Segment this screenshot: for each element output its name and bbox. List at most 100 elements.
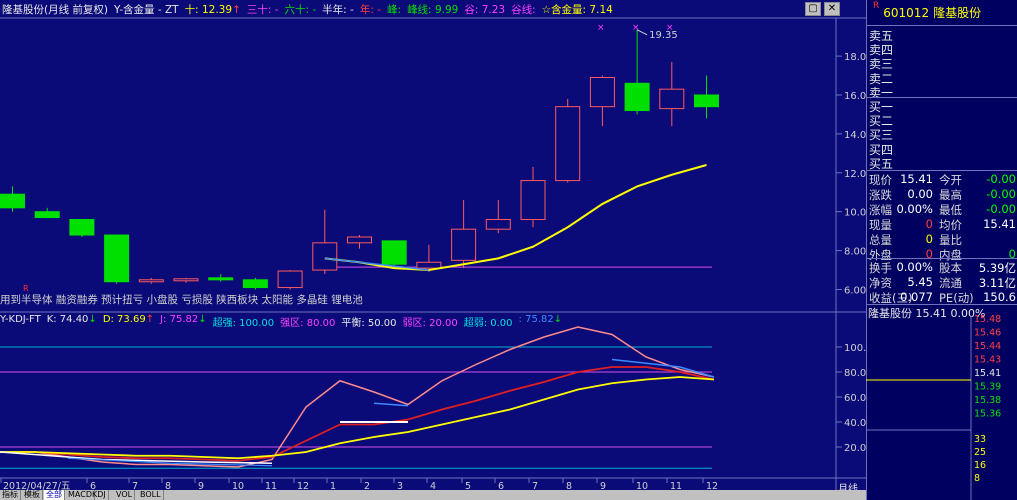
candle-body xyxy=(347,236,372,244)
stock-name: 隆基股份 xyxy=(933,6,982,20)
quote-row: 涨跌 0.00 最高 -0.00 xyxy=(869,187,1016,202)
price-tick-label: 10.00 xyxy=(844,208,866,219)
order-book-row: 卖二 xyxy=(869,71,894,86)
candle-body xyxy=(69,218,95,236)
date-label: 6 xyxy=(498,481,504,490)
date-label: 7 xyxy=(532,481,538,490)
price-tick-label: 12.00 xyxy=(844,169,866,180)
quote-row: 涨幅 0.00% 最低 -0.00 xyxy=(869,202,1016,217)
extra-value: : 75.82↓ xyxy=(518,314,563,325)
kdj-tick-label: 20.00 xyxy=(844,443,866,454)
order-book-row: 买四 xyxy=(869,142,894,157)
price-tick-label: 18.00 xyxy=(844,52,866,63)
candle-body xyxy=(138,279,164,283)
balance-value: 平衡: 50.00 xyxy=(341,318,397,329)
quote-row: 现量 0 均价 15.41 xyxy=(869,217,1016,232)
date-label: 1 xyxy=(330,481,336,490)
date-label: 6 xyxy=(90,481,96,490)
date-label: 5 xyxy=(465,481,471,490)
candle-body xyxy=(659,88,685,110)
candle-body xyxy=(312,242,338,271)
d-value: D: 73.69↑ xyxy=(102,314,155,325)
date-label: 10 xyxy=(232,481,244,490)
kdj-header: Y-KDJ-FT K: 74.40↓ D: 73.69↑ J: 75.82↓ 超… xyxy=(0,314,830,329)
r-marker: R xyxy=(23,284,29,293)
mini-tick-label: 16 xyxy=(974,460,986,471)
mini-tick-label: 15.44 xyxy=(974,341,1001,352)
candle-body xyxy=(34,211,60,219)
stock-title: R 601012 隆基股份 xyxy=(867,0,1017,26)
order-book-row: 买五 xyxy=(869,156,894,171)
mini-tick-label: 15.46 xyxy=(974,328,1001,339)
fundamental-row: 净资 5.45 流通 3.11亿 xyxy=(869,275,1016,290)
candlesticks xyxy=(0,29,719,290)
ma-blue-line xyxy=(324,257,429,271)
indicator-tab-bar: 指标 模板 全部 MACD KDJ VOL BOLL xyxy=(0,490,866,500)
d-line xyxy=(0,376,715,460)
strong-zone-value: 强区: 80.00 xyxy=(280,318,336,329)
kdj-tick-label: 80.00 xyxy=(844,368,866,379)
kdj-level-lines xyxy=(0,346,712,469)
kdj-axis: 100.0 80.00 60.00 40.00 20.00 xyxy=(836,343,866,454)
date-label: 4 xyxy=(430,481,436,490)
mini-tick-label: 8 xyxy=(974,473,980,484)
candle-body xyxy=(694,94,719,108)
price-axis: 18.00 16.00 14.00 12.00 10.00 8.00 6.00 xyxy=(836,52,866,297)
stock-code: 601012 xyxy=(883,5,930,20)
super-strong-value: 超强: 100.00 xyxy=(212,318,275,329)
candle-body xyxy=(104,234,130,283)
candle-body xyxy=(589,76,615,108)
candle-body xyxy=(416,261,442,269)
candle-body xyxy=(173,278,199,282)
mini-tick-label: 15.38 xyxy=(974,395,1001,406)
price-tick-label: 16.00 xyxy=(844,91,866,102)
mini-tick-label: 15.43 xyxy=(974,355,1001,366)
order-book-row: 卖五 xyxy=(869,29,894,43)
indicator-tab[interactable]: KDJ xyxy=(90,490,109,500)
mini-tick-label: 25 xyxy=(974,447,986,458)
fund-divider xyxy=(867,258,1017,259)
overlay-blue-line xyxy=(373,402,409,407)
kdj-title[interactable]: Y-KDJ-FT xyxy=(0,314,41,327)
candle-body xyxy=(555,106,581,182)
candle-body xyxy=(242,279,268,289)
mini-tick-label: 15.39 xyxy=(974,382,1001,393)
price-tick-label: 14.00 xyxy=(844,130,866,141)
order-book-row: 买一 xyxy=(869,100,894,114)
candle-body xyxy=(485,218,511,230)
quote-row: 现价 15.41 今开 -0.00 xyxy=(869,172,1016,187)
chart-area[interactable]: 18.0016.0014.0012.0010.008.006.00 19.35×… xyxy=(0,0,866,490)
indicator-tab[interactable]: BOLL xyxy=(138,490,164,500)
quote-divider xyxy=(867,170,1017,171)
candle-body xyxy=(451,228,477,261)
concept-tags: 用到半导体 融资融券 预计扭亏 小盘股 亏损股 陕西板块 太阳能 多晶硅 锂电池 xyxy=(0,293,363,306)
date-label: 8 xyxy=(566,481,572,490)
candle-body xyxy=(381,240,407,265)
mark-x-1: × xyxy=(597,23,605,33)
fundamental-row: 换手 0.00% 股本 5.39亿 xyxy=(869,260,1016,275)
date-label: 2012/04/27/五 xyxy=(3,481,70,490)
indicator-tab[interactable]: 全部 xyxy=(44,490,65,500)
order-book-row: 卖四 xyxy=(869,43,894,58)
candle-body xyxy=(277,270,303,289)
date-label: 9 xyxy=(600,481,606,490)
indicator-tab[interactable]: 模板 xyxy=(22,490,43,500)
date-label: 12 xyxy=(297,481,309,490)
indicator-tab[interactable]: VOL xyxy=(114,490,136,500)
date-label: 3 xyxy=(397,481,403,490)
candle-body xyxy=(208,277,234,281)
kdj-tick-label: 60.00 xyxy=(844,393,866,404)
candle-body xyxy=(0,193,25,209)
date-label: 11 xyxy=(670,481,682,490)
mini-tick-label: 15.48 xyxy=(974,314,1001,325)
k-value: K: 74.40↓ xyxy=(46,314,97,325)
date-label: 10 xyxy=(636,481,648,490)
order-book-row: 卖三 xyxy=(869,57,894,72)
indicator-tab[interactable]: 指标 xyxy=(0,490,21,500)
candle-body xyxy=(520,180,546,220)
fundamental-row: 收益(三) 0.077 PE(动) 150.6 xyxy=(869,290,1016,305)
super-weak-value: 超弱: 0.00 xyxy=(463,318,513,329)
r-flag: R xyxy=(873,1,880,11)
date-label: 12 xyxy=(706,481,718,490)
mini-tick-label: 15.41 xyxy=(974,368,1001,379)
